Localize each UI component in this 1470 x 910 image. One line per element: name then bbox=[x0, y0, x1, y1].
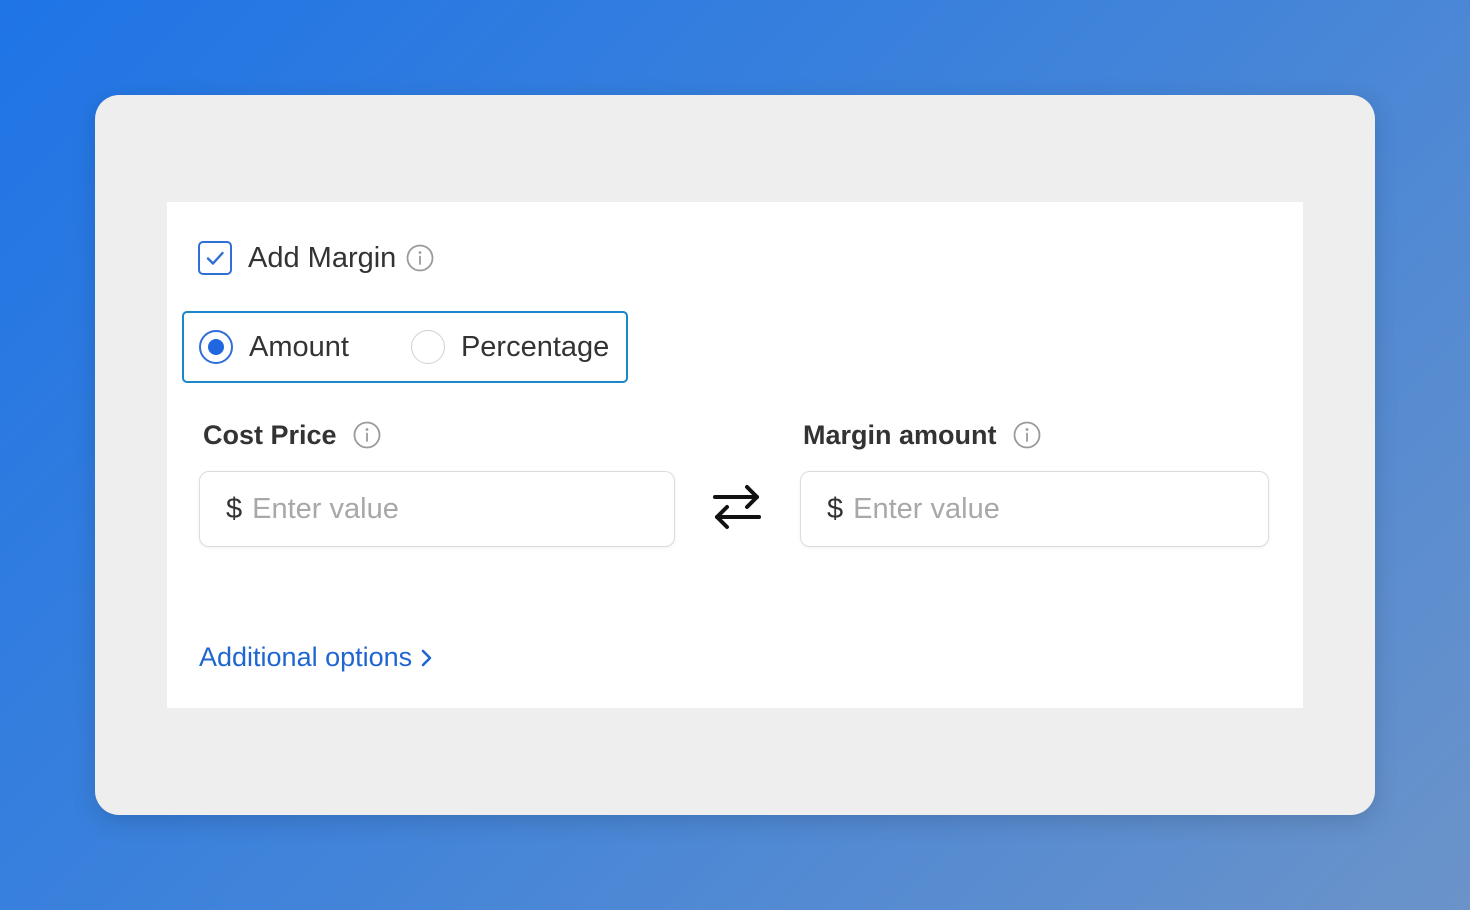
margin-amount-input[interactable] bbox=[853, 492, 1268, 526]
add-margin-info-icon[interactable] bbox=[406, 244, 434, 272]
margin-amount-field[interactable]: $ bbox=[800, 471, 1269, 547]
cost-price-label: Cost Price bbox=[203, 419, 337, 450]
swap-button[interactable] bbox=[710, 478, 764, 536]
cost-price-currency: $ bbox=[226, 492, 243, 525]
margin-amount-info-icon[interactable] bbox=[1013, 421, 1041, 449]
cost-price-input[interactable] bbox=[252, 492, 674, 526]
add-margin-row: Add Margin bbox=[198, 240, 434, 276]
margin-panel: Add Margin Amount Percentage Cost Price bbox=[167, 202, 1303, 708]
margin-type-radio-group: Amount Percentage bbox=[182, 311, 628, 383]
additional-options-link[interactable]: Additional options bbox=[199, 642, 434, 673]
amount-radio[interactable] bbox=[199, 330, 233, 364]
margin-amount-currency: $ bbox=[827, 492, 844, 525]
additional-options-label[interactable]: Additional options bbox=[199, 642, 412, 673]
chevron-right-icon[interactable] bbox=[420, 647, 434, 669]
swap-arrows-icon bbox=[713, 485, 761, 529]
margin-amount-label: Margin amount bbox=[803, 419, 997, 450]
cost-price-info-icon[interactable] bbox=[353, 421, 381, 449]
percentage-radio-label[interactable]: Percentage bbox=[461, 331, 609, 364]
add-margin-checkbox[interactable] bbox=[198, 241, 232, 275]
percentage-radio[interactable] bbox=[410, 330, 445, 364]
radio-option-amount[interactable]: Amount bbox=[199, 330, 349, 364]
cost-price-field[interactable]: $ bbox=[199, 471, 675, 547]
radio-option-percentage[interactable]: Percentage bbox=[410, 330, 609, 364]
margin-amount-label-row: Margin amount bbox=[803, 417, 1041, 453]
cost-price-label-row: Cost Price bbox=[203, 417, 381, 453]
add-margin-label[interactable]: Add Margin bbox=[248, 242, 396, 275]
checkmark-icon bbox=[206, 251, 224, 265]
amount-radio-label[interactable]: Amount bbox=[249, 331, 349, 364]
